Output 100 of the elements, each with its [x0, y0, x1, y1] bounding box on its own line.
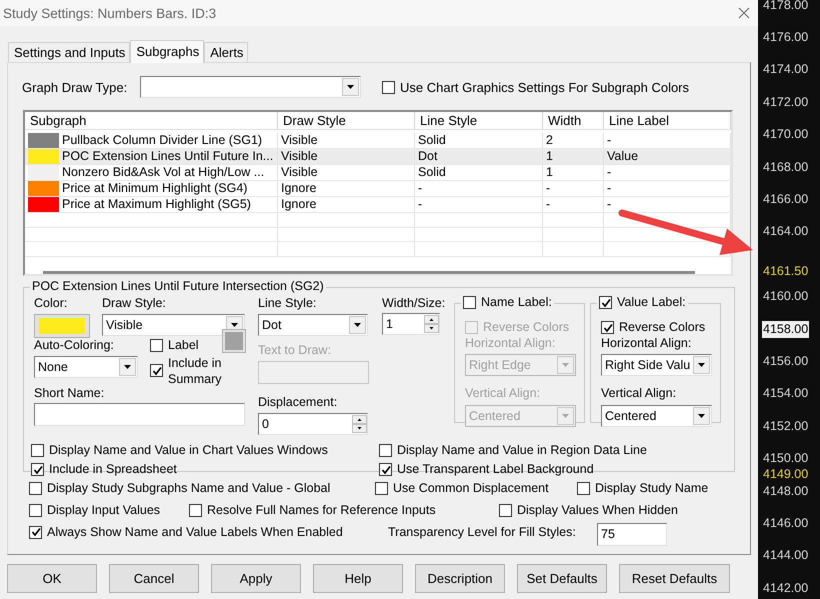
table-cell: -: [604, 164, 731, 180]
table-cell: 1: [543, 148, 604, 164]
checkbox-label: Value Label:: [617, 295, 686, 310]
checkbox[interactable]: [29, 482, 42, 494]
table-cell: -: [604, 132, 731, 148]
checkbox[interactable]: [150, 364, 163, 377]
table-cell: -: [543, 196, 604, 212]
table-row[interactable]: Price at Maximum Highlight (SG5) Ignore - - -: [25, 196, 731, 213]
checkbox[interactable]: [150, 338, 163, 352]
checkbox-label: Reverse Colors: [619, 320, 706, 335]
table-cell: 2: [543, 132, 604, 148]
checkbox-label: Display Study Subgraphs Name and Value - Global: [47, 480, 330, 496]
field-label: Horizontal Align:: [601, 336, 692, 351]
field-label: Short Name:: [34, 386, 104, 401]
checkbox[interactable]: [601, 321, 614, 334]
checkbox-label: Display Study Name: [595, 480, 708, 496]
price-label: 4154.00: [762, 385, 810, 402]
table-cell: Value: [604, 148, 731, 164]
price-label: 4148.00: [762, 482, 810, 500]
price-label: 4152.00: [762, 418, 810, 435]
dropdown-arrow-icon[interactable]: [124, 365, 131, 369]
dropdown[interactable]: Right Side Valu: [601, 354, 712, 376]
column-header[interactable]: Draw Style: [278, 112, 415, 129]
tab[interactable]: Subgraphs: [130, 40, 204, 63]
dropdown[interactable]: Dot: [258, 314, 368, 336]
checkbox[interactable]: [499, 504, 512, 516]
checkbox-label: Include in Summary: [168, 355, 223, 387]
column-header[interactable]: Line Label: [604, 112, 731, 129]
checkbox[interactable]: [29, 526, 42, 538]
dialog-button[interactable]: Reset Defaults: [619, 564, 730, 593]
checkbox[interactable]: [31, 463, 44, 476]
checkbox[interactable]: [577, 482, 590, 494]
dialog-button[interactable]: Cancel: [109, 564, 199, 593]
dropdown-arrow-icon[interactable]: [347, 85, 354, 89]
spin-field[interactable]: 0: [258, 413, 368, 435]
dropdown[interactable]: [140, 76, 361, 98]
table-cell: Visible: [278, 164, 415, 180]
table-cell: POC Extension Lines Until Future In...: [62, 148, 274, 164]
price-label: 4156.00: [762, 352, 810, 370]
tab[interactable]: Settings and Inputs: [8, 42, 130, 62]
table-row[interactable]: Price at Minimum Highlight (SG4) Ignore - - -: [25, 180, 731, 197]
table-cell: -: [415, 196, 543, 212]
checkbox[interactable]: [379, 463, 392, 476]
scrollbar[interactable]: [43, 271, 695, 274]
checkbox[interactable]: [189, 504, 202, 516]
price-label: 4142.00: [762, 580, 810, 597]
dialog-button[interactable]: Set Defaults: [517, 564, 607, 593]
spin-field[interactable]: 1: [382, 313, 440, 335]
checkbox[interactable]: [379, 444, 392, 457]
column-header[interactable]: Subgraph: [25, 112, 278, 129]
dialog-button[interactable]: Apply: [211, 564, 301, 593]
table-cell: 1: [543, 164, 604, 180]
text-field[interactable]: [34, 403, 245, 426]
checkbox[interactable]: [375, 482, 388, 494]
checkbox-label: Resolve Full Names for Reference Inputs: [207, 502, 436, 518]
price-label: 4166.00: [762, 191, 810, 208]
dialog-button[interactable]: Description: [415, 564, 505, 593]
dropdown-arrow-icon[interactable]: [354, 323, 361, 327]
checkbox-label: Display Input Values: [47, 502, 160, 518]
field-label: Displacement:: [258, 395, 338, 410]
close-icon[interactable]: [738, 7, 750, 19]
table-row[interactable]: Nonzero Bid&Ask Vol at High/Low ... Visible Solid 1 -: [25, 164, 731, 181]
dropdown[interactable]: None: [34, 356, 138, 378]
color-button[interactable]: [34, 314, 90, 338]
checkbox-label: Display Name and Value in Region Data Line: [397, 443, 647, 458]
column-header[interactable]: Width: [543, 112, 604, 129]
checkbox[interactable]: [599, 296, 612, 309]
checkbox[interactable]: [463, 296, 476, 309]
table-cell: -: [415, 180, 543, 196]
dropdown-arrow-icon[interactable]: [698, 414, 705, 418]
price-label: 4150.00: [762, 450, 810, 468]
table-cell: Price at Maximum Highlight (SG5): [62, 196, 251, 212]
checkbox[interactable]: [31, 444, 44, 457]
table-cell: Nonzero Bid&Ask Vol at High/Low ...: [62, 164, 264, 180]
checkbox-label: Use Transparent Label Background: [397, 462, 594, 477]
checkbox[interactable]: [382, 80, 395, 94]
checkbox[interactable]: [29, 504, 42, 516]
price-label: 4172.00: [762, 94, 810, 111]
dropdown[interactable]: Visible: [102, 314, 245, 336]
group-title: POC Extension Lines Until Future Intersection (SG2): [30, 279, 326, 294]
dropdown-arrow-icon[interactable]: [698, 363, 705, 367]
field-label: Width/Size:: [382, 296, 444, 311]
dialog-button[interactable]: Help: [313, 564, 403, 593]
spin-arrows-icon[interactable]: [352, 415, 367, 433]
dropdown-arrow-icon[interactable]: [231, 323, 238, 327]
dropdown[interactable]: Centered: [601, 405, 712, 427]
checkbox-label: Label: [168, 338, 199, 352]
price-label: 4158.00: [762, 320, 810, 338]
text-field[interactable]: 75: [597, 522, 667, 546]
tab[interactable]: Alerts: [204, 42, 248, 62]
table-row[interactable]: POC Extension Lines Until Future In... Visible Dot 1 Value: [25, 148, 731, 165]
table-cell: Price at Minimum Highlight (SG4): [62, 180, 248, 196]
field-label: Color:: [34, 296, 68, 311]
price-label: 4178.00: [762, 0, 810, 14]
dialog-button[interactable]: OK: [7, 564, 97, 593]
checkbox-label: Display Values When Hidden: [517, 502, 678, 518]
column-header[interactable]: Line Style: [415, 112, 543, 129]
field-label: Text to Draw:: [258, 343, 332, 358]
spin-arrows-icon[interactable]: [424, 315, 439, 333]
price-label: 4160.00: [762, 288, 810, 306]
